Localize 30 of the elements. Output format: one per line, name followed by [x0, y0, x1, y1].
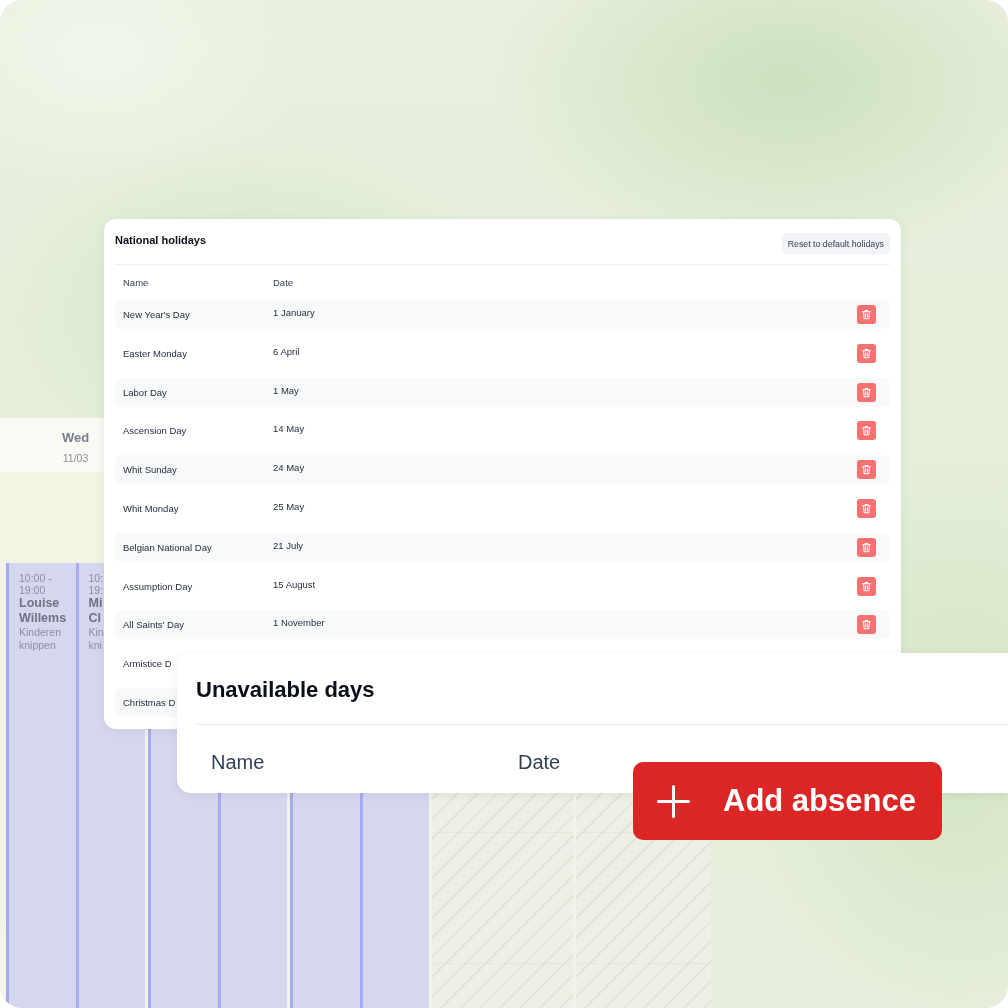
table-cell-text: 25 May	[273, 501, 306, 512]
employee-name: Mi Cl	[88, 596, 103, 626]
column-header: Name	[123, 277, 150, 288]
card-title: Unavailable days	[196, 676, 375, 704]
table-cell-text: 14 May	[273, 423, 306, 435]
table-cell-text: 6 April	[273, 345, 301, 357]
day-date: 11/03	[62, 451, 89, 465]
table-cell-text: 24 May	[273, 462, 306, 474]
table-cell-text: Labor Day	[123, 386, 168, 398]
table-cell-text: Ascension Day	[123, 425, 188, 437]
table-cell-text: 15 August	[273, 578, 317, 590]
shift-note: Kinderen knippen	[19, 626, 63, 652]
column-header: Date	[518, 750, 561, 774]
table-cell-text: New Year's Day	[123, 309, 191, 320]
shift-time: 10: 19:	[88, 572, 104, 596]
column-header: Name	[211, 750, 266, 774]
table-cell-text: Belgian National Day	[123, 541, 213, 553]
table-cell-text: 1 May	[273, 384, 300, 396]
table-cell-text: Easter Monday	[123, 347, 188, 359]
shift-note: Kin kni	[88, 626, 104, 652]
column-header: Date	[273, 277, 294, 288]
shift-time: 10:00 - 19:00	[19, 572, 53, 596]
weekday-label: Wed	[61, 429, 90, 447]
table-cell-text: 21 July	[273, 539, 305, 551]
card-title: National holidays	[115, 233, 207, 248]
employee-name: Louise Willems	[19, 596, 68, 626]
table-cell-text: 1 November	[273, 617, 326, 629]
table-cell-text: Whit Monday	[123, 503, 180, 514]
table-cell-text: 1 January	[273, 307, 316, 318]
table-cell-text: Whit Sunday	[123, 464, 178, 476]
